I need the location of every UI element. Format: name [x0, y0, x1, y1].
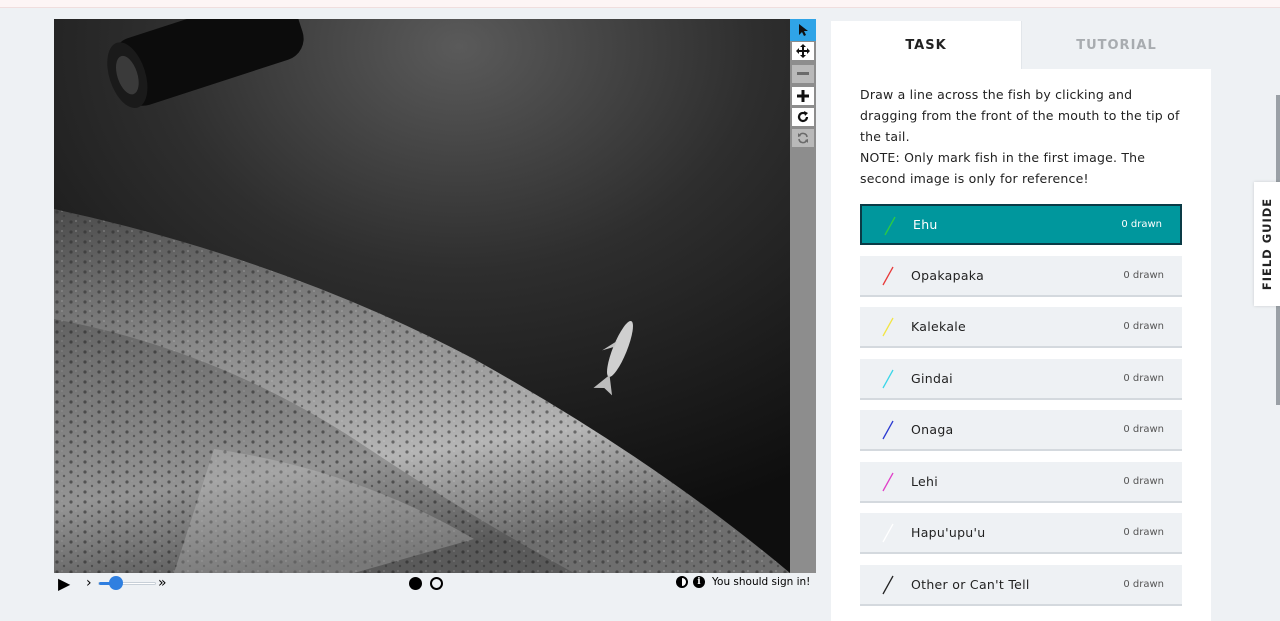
tool-option-ehu[interactable]: Ehu 0 drawn	[860, 204, 1182, 245]
tool-option-other-or-can-t-tell[interactable]: Other or Can't Tell 0 drawn	[860, 564, 1182, 606]
tool-option-label: Kalekale	[911, 319, 967, 334]
tab-task[interactable]: TASK	[831, 21, 1021, 69]
zoom-out-button[interactable]	[792, 65, 814, 83]
tool-option-onaga[interactable]: Onaga 0 drawn	[860, 410, 1182, 451]
line-tool-icon	[882, 575, 894, 594]
top-banner-strip	[0, 0, 1280, 8]
tool-option-count: 0 drawn	[1123, 372, 1164, 384]
faster-button[interactable]: »	[158, 574, 167, 592]
tool-option-label: Other or Can't Tell	[911, 576, 1030, 592]
move-icon[interactable]	[792, 42, 814, 60]
task-instructions: Draw a line across the fish by clicking …	[860, 84, 1190, 189]
zoom-in-button[interactable]	[792, 87, 814, 105]
line-tool-icon	[882, 472, 894, 491]
task-tabs: TASK TUTORIAL	[831, 21, 1211, 69]
tool-option-label: Ehu	[913, 217, 938, 232]
tool-option-count: 0 drawn	[1123, 321, 1164, 332]
rotate-button[interactable]	[792, 108, 814, 126]
frame-dot[interactable]	[430, 577, 443, 590]
tool-option-hapu-upu-u[interactable]: Hapu'upu'u 0 drawn	[860, 513, 1182, 554]
line-tool-icon	[882, 317, 894, 337]
tool-option-lehi[interactable]: Lehi 0 drawn	[860, 461, 1182, 503]
task-panel: TASK TUTORIAL Draw a line across the fis…	[831, 21, 1211, 621]
tool-option-label: Lehi	[911, 473, 939, 489]
reset-button[interactable]	[792, 129, 814, 147]
reset-icon	[798, 132, 808, 144]
minus-icon	[797, 72, 809, 75]
contrast-icon[interactable]	[676, 576, 688, 588]
speed-slider-handle[interactable]	[108, 576, 123, 590]
tool-option-gindai[interactable]: Gindai 0 drawn	[860, 358, 1182, 400]
tool-option-count: 0 drawn	[1123, 527, 1164, 538]
instruction-text: Draw a line across the fish by clicking …	[860, 87, 1180, 144]
field-guide-button[interactable]: FIELD GUIDE	[1254, 182, 1280, 306]
line-tool-icon	[882, 369, 894, 388]
info-icon[interactable]: i	[693, 576, 705, 588]
tool-option-count: 0 drawn	[1121, 219, 1162, 230]
rotate-icon	[797, 111, 809, 123]
tool-option-label: Onaga	[911, 422, 954, 437]
slower-button[interactable]: ›	[86, 574, 92, 592]
tool-option-count: 0 drawn	[1123, 424, 1164, 435]
tool-option-label: Opakapaka	[911, 267, 985, 283]
instruction-note: NOTE: Only mark fish in the first image.…	[860, 150, 1146, 186]
tool-option-count: 0 drawn	[1123, 578, 1164, 590]
plus-icon	[797, 90, 809, 102]
frame-dot[interactable]	[409, 577, 422, 590]
line-tool-icon	[882, 523, 894, 543]
tab-tutorial[interactable]: TUTORIAL	[1021, 21, 1211, 69]
underwater-photo	[54, 19, 790, 573]
tool-option-label: Gindai	[911, 370, 953, 386]
line-tool-icon	[882, 420, 894, 440]
subject-image-viewer[interactable]	[54, 19, 790, 573]
subject-controls: ▶ › » i You should sign in!	[54, 573, 817, 595]
tool-option-count: 0 drawn	[1123, 475, 1164, 487]
pointer-icon[interactable]	[790, 19, 816, 41]
field-guide-label: FIELD GUIDE	[1260, 197, 1274, 291]
sign-in-message[interactable]: You should sign in!	[712, 576, 810, 588]
tool-option-opakapaka[interactable]: Opakapaka 0 drawn	[860, 255, 1182, 297]
tool-option-count: 0 drawn	[1123, 269, 1164, 281]
line-tool-icon	[884, 216, 896, 236]
play-button[interactable]: ▶	[58, 575, 70, 593]
speed-slider-track[interactable]	[98, 582, 156, 585]
line-tool-icon	[882, 266, 894, 285]
tool-option-label: Hapu'upu'u	[911, 525, 986, 540]
image-toolbar	[790, 19, 816, 573]
tool-option-kalekale[interactable]: Kalekale 0 drawn	[860, 307, 1182, 348]
